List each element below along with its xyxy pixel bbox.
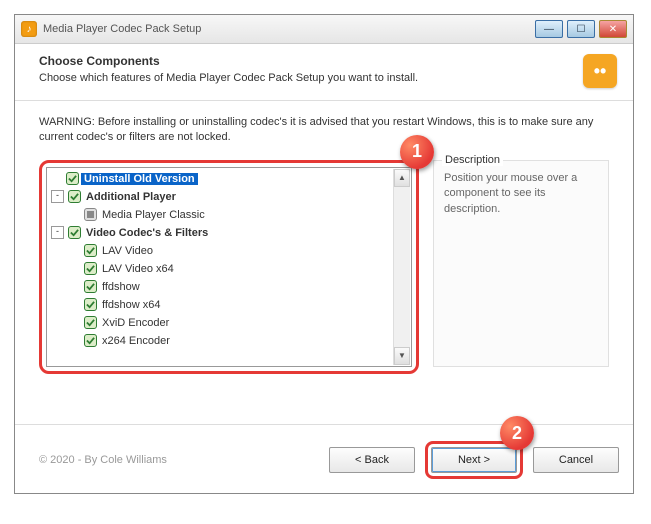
- checkbox[interactable]: [66, 172, 79, 185]
- tree-item[interactable]: LAV Video x64: [51, 260, 407, 278]
- checkbox[interactable]: [84, 298, 97, 311]
- checkbox[interactable]: [84, 262, 97, 275]
- app-logo-icon: ••: [583, 54, 617, 88]
- next-button[interactable]: Next >: [431, 447, 517, 473]
- tree-item[interactable]: ffdshow: [51, 278, 407, 296]
- checkbox[interactable]: [68, 226, 81, 239]
- installer-window: ♪ Media Player Codec Pack Setup — ☐ ✕ Ch…: [14, 14, 634, 494]
- checkbox[interactable]: [84, 316, 97, 329]
- tree-item[interactable]: LAV Video: [51, 242, 407, 260]
- checkbox[interactable]: [84, 334, 97, 347]
- description-title: Description: [442, 154, 503, 166]
- tree-item-label[interactable]: ffdshow: [99, 281, 143, 293]
- tree-item-label[interactable]: LAV Video x64: [99, 263, 177, 275]
- tree-item[interactable]: x264 Encoder: [51, 332, 407, 350]
- tree-item-label[interactable]: Uninstall Old Version: [81, 173, 198, 185]
- maximize-button[interactable]: ☐: [567, 20, 595, 38]
- tree-item-label[interactable]: Media Player Classic: [99, 209, 208, 221]
- minimize-button[interactable]: —: [535, 20, 563, 38]
- scrollbar[interactable]: ▲ ▼: [393, 169, 410, 365]
- scroll-up-icon[interactable]: ▲: [394, 169, 410, 187]
- tree-item[interactable]: XviD Encoder: [51, 314, 407, 332]
- window-title: Media Player Codec Pack Setup: [43, 23, 201, 35]
- description-body: Position your mouse over a component to …: [444, 171, 598, 217]
- close-button[interactable]: ✕: [599, 20, 627, 38]
- callout-1: 1: [400, 135, 434, 169]
- tree-item[interactable]: Uninstall Old Version: [51, 170, 407, 188]
- tree-item-label[interactable]: ffdshow x64: [99, 299, 164, 311]
- expander-icon[interactable]: -: [51, 190, 64, 203]
- callout-2: 2: [500, 416, 534, 450]
- header-area: Choose Components Choose which features …: [15, 44, 633, 101]
- tree-item-label[interactable]: Video Codec's & Filters: [83, 227, 211, 239]
- tree-item-label[interactable]: x264 Encoder: [99, 335, 173, 347]
- page-title: Choose Components: [39, 54, 573, 68]
- checkbox[interactable]: [84, 244, 97, 257]
- checkbox[interactable]: [68, 190, 81, 203]
- component-tree[interactable]: Uninstall Old Version - Additional Player M…: [46, 167, 412, 367]
- tree-item[interactable]: - Additional Player: [51, 188, 407, 206]
- checkbox[interactable]: [84, 208, 97, 221]
- description-panel: Description Position your mouse over a c…: [433, 160, 609, 367]
- footer: © 2020 - By Cole Williams < Back 2 Next …: [15, 424, 633, 493]
- tree-item[interactable]: ffdshow x64: [51, 296, 407, 314]
- tree-item-label[interactable]: Additional Player: [83, 191, 179, 203]
- page-subtitle: Choose which features of Media Player Co…: [39, 72, 573, 84]
- tree-item-label[interactable]: LAV Video: [99, 245, 156, 257]
- back-button[interactable]: < Back: [329, 447, 415, 473]
- app-icon: ♪: [21, 21, 37, 37]
- next-button-highlight: 2 Next >: [425, 441, 523, 479]
- warning-text: WARNING: Before installing or uninstalli…: [39, 115, 609, 146]
- tree-item-label[interactable]: XviD Encoder: [99, 317, 172, 329]
- tree-item[interactable]: - Video Codec's & Filters: [51, 224, 407, 242]
- titlebar[interactable]: ♪ Media Player Codec Pack Setup — ☐ ✕: [15, 15, 633, 44]
- component-tree-highlight: 1 Uninstall Old Version-Additional Playe…: [39, 160, 419, 374]
- tree-item[interactable]: Media Player Classic: [51, 206, 407, 224]
- copyright-text: © 2020 - By Cole Williams: [29, 454, 167, 466]
- cancel-button[interactable]: Cancel: [533, 447, 619, 473]
- scroll-down-icon[interactable]: ▼: [394, 347, 410, 365]
- checkbox[interactable]: [84, 280, 97, 293]
- expander-icon[interactable]: -: [51, 226, 64, 239]
